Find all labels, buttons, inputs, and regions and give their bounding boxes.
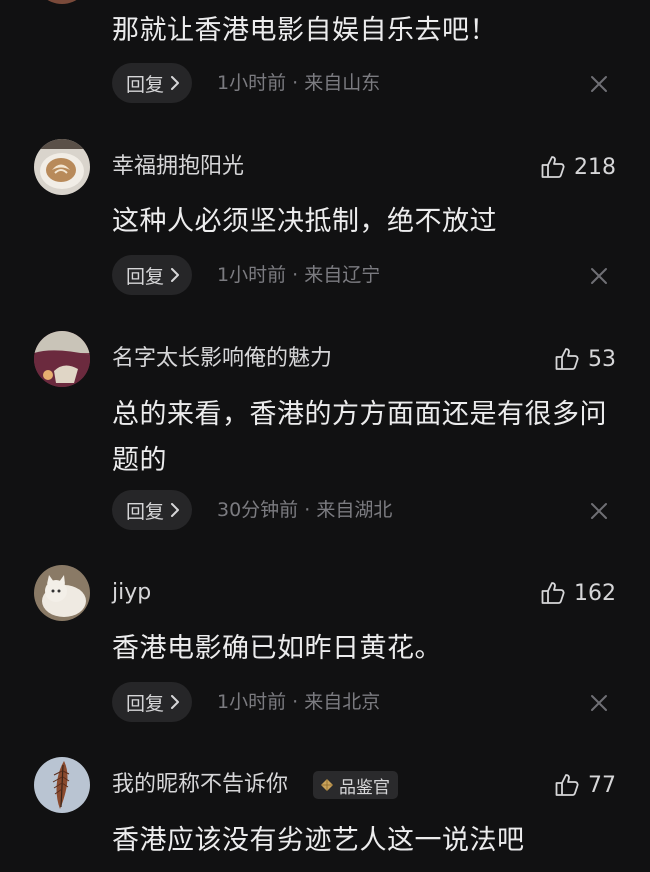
comment-time: 30分钟前 <box>217 499 299 521</box>
reply-label: 回复 <box>126 692 165 715</box>
meta-separator: · <box>292 72 299 94</box>
close-icon <box>591 76 607 92</box>
like-button[interactable]: 53 <box>554 344 616 374</box>
diamond-badge-icon <box>321 779 333 791</box>
dismiss-button[interactable] <box>588 500 610 522</box>
feather-avatar-icon <box>34 757 90 813</box>
white-cat-avatar-icon <box>34 565 90 621</box>
chevron-right-icon <box>171 76 180 90</box>
thumbs-up-icon <box>555 774 579 796</box>
like-button[interactable]: 162 <box>540 578 616 608</box>
badge-label: 品鉴官 <box>339 777 390 798</box>
reply-label: 回复 <box>126 500 165 523</box>
username[interactable]: jiyp <box>112 578 151 608</box>
reply-button[interactable]: 回复 <box>112 490 193 530</box>
like-button[interactable]: 218 <box>540 152 616 182</box>
like-count: 162 <box>574 580 616 606</box>
meta-separator: · <box>292 264 299 286</box>
comment-text: 香港应该没有劣迹艺人这一说法吧 <box>112 825 525 856</box>
username[interactable]: 幸福拥抱阳光 <box>112 152 244 182</box>
comment-location: 来自北京 <box>304 691 381 713</box>
username[interactable]: 我的昵称不告诉你 <box>112 770 288 800</box>
dismiss-button[interactable] <box>588 692 610 714</box>
comment-meta: 1小时前 · 来自辽宁 <box>217 255 380 295</box>
meta-separator: · <box>304 499 311 521</box>
close-icon <box>591 268 607 284</box>
comment-location: 来自辽宁 <box>304 264 381 286</box>
chevron-right-icon <box>171 268 180 282</box>
reply-button[interactable]: 回复 <box>112 63 193 103</box>
username[interactable]: 名字太长影响俺的魅力 <box>112 344 332 374</box>
comment-text: 总的来看，香港的方方面面还是有很多问题的 <box>112 399 607 476</box>
avatar[interactable] <box>34 139 90 195</box>
comment-text: 那就让香港电影自娱自乐去吧！ <box>112 15 497 46</box>
dismiss-button[interactable] <box>588 73 610 95</box>
comment-location: 来自湖北 <box>316 499 393 521</box>
avatar[interactable] <box>34 565 90 621</box>
like-count: 53 <box>588 346 616 372</box>
reply-label: 回复 <box>126 265 165 288</box>
dismiss-button[interactable] <box>588 265 610 287</box>
comment-time: 1小时前 <box>217 72 287 94</box>
avatar[interactable] <box>34 757 90 813</box>
meta-separator: · <box>292 691 299 713</box>
sunset-avatar-icon <box>34 331 90 387</box>
comment-text: 香港电影确已如昨日黄花。 <box>112 633 442 664</box>
thumbs-up-icon <box>541 582 565 604</box>
avatar[interactable] <box>34 0 90 4</box>
comment-text: 这种人必须坚决抵制，绝不放过 <box>112 206 497 237</box>
reply-label: 回复 <box>126 73 165 96</box>
close-icon <box>591 503 607 519</box>
comment-time: 1小时前 <box>217 691 287 713</box>
reply-button[interactable]: 回复 <box>112 255 193 295</box>
close-icon <box>591 695 607 711</box>
reviewer-badge: 品鉴官 <box>313 771 398 799</box>
comment-meta: 1小时前 · 来自北京 <box>217 682 380 722</box>
like-button[interactable]: 77 <box>554 770 616 800</box>
chevron-right-icon <box>171 503 180 517</box>
thumbs-up-icon <box>555 348 579 370</box>
reply-button[interactable]: 回复 <box>112 682 193 722</box>
like-count: 77 <box>588 772 616 798</box>
comment-meta: 30分钟前 · 来自湖北 <box>217 490 392 530</box>
comment-time: 1小时前 <box>217 264 287 286</box>
like-count: 218 <box>574 154 616 180</box>
comment-location: 来自山东 <box>304 72 381 94</box>
thumbs-up-icon <box>541 156 565 178</box>
comment-meta: 1小时前 · 来自山东 <box>217 63 380 103</box>
coffee-latte-avatar-icon <box>34 139 90 195</box>
chevron-right-icon <box>171 695 180 709</box>
avatar[interactable] <box>34 331 90 387</box>
